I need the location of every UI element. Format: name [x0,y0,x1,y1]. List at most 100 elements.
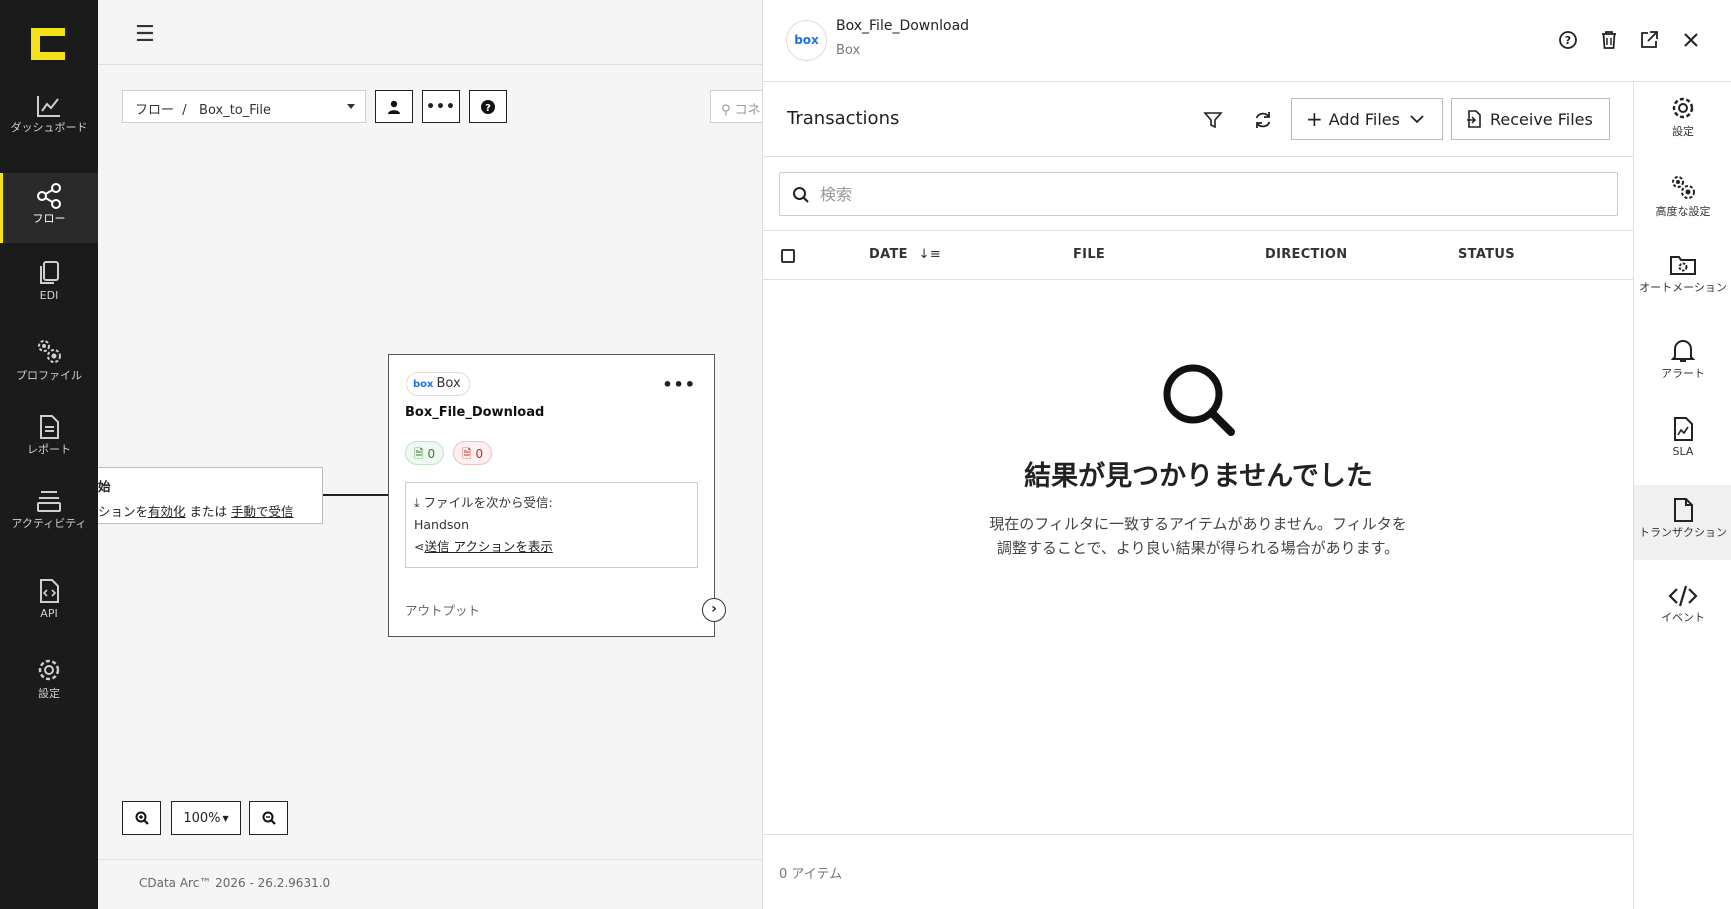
column-status[interactable]: STATUS [1458,247,1515,262]
success-count: 0 [427,447,436,461]
error-count-badge[interactable]: 🗎 0 [453,441,493,465]
panel-subtitle: Box [836,43,861,58]
top-bar: ☰ [98,0,762,65]
document-icon [40,415,59,439]
box-logo-icon: box [413,379,434,390]
column-date[interactable]: DATE ↓≡ [869,247,941,262]
nav-item-label: レポート [27,443,71,456]
transactions-title: Transactions [787,108,900,129]
nav-item-report[interactable]: レポート [0,414,98,484]
transactions-search [779,172,1618,216]
empty-state-description: 現在のフィルタに一致するアイテムがありません。フィルタを調整することで、より良い… [989,515,1407,557]
trash-icon[interactable] [1597,28,1621,52]
badge-label: Box [436,376,461,391]
sort-descending-icon[interactable]: ↓≡ [919,247,941,262]
copy-icon [40,261,59,284]
help-icon[interactable]: ? [1556,28,1580,52]
enable-link[interactable]: 有効化 [148,504,186,519]
nav-item-dashboard[interactable]: ダッシュボード [0,94,98,164]
error-count: 0 [475,447,484,461]
gears-icon [1672,176,1695,199]
side-item-settings[interactable]: 設定 [1634,82,1731,157]
plus-icon: + [1306,107,1323,131]
gears-icon [38,340,61,363]
canvas-search-placeholder: コネ [734,103,761,118]
gear-icon [38,659,60,681]
hamburger-menu-icon[interactable]: ☰ [135,22,155,47]
svg-text:?: ? [1565,34,1571,47]
output-label: アウトプット [405,603,481,618]
file-code-icon [40,579,59,603]
side-item-alert[interactable]: アラート [1634,326,1731,401]
side-item-event[interactable]: イベント [1634,572,1731,647]
side-item-transaction[interactable]: トランザクション [1634,485,1731,560]
left-nav: ダッシュボード フロー EDI プロファイル レポート アクティビティ API … [0,0,98,909]
zoom-in-button[interactable] [122,801,161,835]
gear-icon [1672,97,1694,119]
zoom-level-select[interactable]: 100% ▼ [171,801,241,835]
refresh-icon[interactable] [1251,108,1275,132]
start-node[interactable]: 始 ションを有効化 または 手動で受信 [98,467,323,524]
box-logo-icon: box [786,20,827,61]
footer-divider [98,859,762,860]
search-icon [793,187,809,203]
caret-down-icon: ▼ [222,813,229,823]
receive-source: Handson [414,517,469,532]
nav-item-settings[interactable]: 設定 [0,656,98,726]
file-check-icon: 🗎 [414,447,424,461]
chart-line-icon [37,96,60,117]
nav-item-activity[interactable]: アクティビティ [0,488,98,558]
bell-icon [1671,340,1695,362]
side-item-sla[interactable]: SLA [1634,404,1731,479]
panel-title: Box_File_Download [836,18,970,34]
nav-item-edi[interactable]: EDI [0,260,98,330]
nav-item-label: フロー [32,212,66,225]
receive-files-button[interactable]: Receive Files [1451,98,1610,140]
success-count-badge[interactable]: 🗎 0 [405,441,445,465]
output-chevron-right-icon[interactable]: › [702,598,726,622]
side-item-advanced-settings[interactable]: 高度な設定 [1634,160,1731,235]
receive-files-label: Receive Files [1490,109,1593,129]
user-button[interactable] [375,90,413,123]
side-item-label: SLA [1672,445,1694,458]
column-file[interactable]: FILE [1073,247,1105,262]
chevron-down-icon [347,104,355,109]
add-files-button[interactable]: + Add Files [1291,98,1443,140]
close-icon[interactable] [1679,28,1703,52]
nav-item-label: ダッシュボード [10,121,88,134]
nav-item-api[interactable]: API [0,578,98,648]
send-action-link[interactable]: 送信 アクションを表示 [424,539,552,554]
empty-state-title: 結果が見つかりませんでした [1024,461,1373,492]
more-options-button[interactable]: ••• [422,90,460,123]
cdata-logo-icon[interactable] [31,28,65,60]
canvas-search-input[interactable]: ⚲ コネ [710,90,770,123]
ellipsis-icon: ••• [426,98,456,115]
search-icon: ⚲ [721,103,731,118]
node-menu-icon[interactable]: ••• [662,375,696,394]
connector-panel: box Box_File_Download Box ? Transactions… [762,0,1731,909]
start-node-title: 始 [98,479,111,494]
select-all-checkbox[interactable] [781,249,795,263]
side-item-automation[interactable]: オートメーション [1634,240,1731,315]
filter-icon[interactable] [1201,108,1225,132]
nav-item-profile[interactable]: プロファイル [0,336,98,406]
share-nodes-icon [37,183,61,209]
receive-info-box: ⤓ ファイルを次から受信: Handson ⋖送信 アクションを表示 [405,482,698,568]
magnifier-icon [1163,364,1235,436]
zoom-out-icon [262,811,276,825]
zoom-out-button[interactable] [249,801,288,835]
manual-receive-link[interactable]: 手動で受信 [231,504,294,519]
box-connector-node[interactable]: box Box ••• Box_File_Download 🗎 0 🗎 0 ⤓ フ… [388,354,715,637]
add-files-label: Add Files [1328,109,1400,129]
column-direction[interactable]: DIRECTION [1265,247,1347,262]
search-input[interactable] [820,179,1600,209]
user-icon [388,100,400,114]
chevron-down-icon [1410,115,1424,124]
file-import-icon [1467,110,1481,128]
layers-icon [37,491,61,512]
breadcrumb[interactable]: フロー / Box_to_File [122,90,366,123]
external-link-icon[interactable] [1637,28,1661,52]
side-item-label: 高度な設定 [1655,205,1711,218]
nav-item-flow[interactable]: フロー [0,173,98,243]
help-button[interactable]: ? [469,90,507,123]
